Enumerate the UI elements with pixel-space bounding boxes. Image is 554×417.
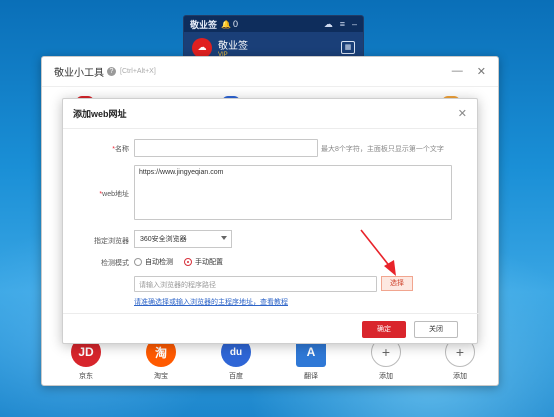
url-label: *web地址 bbox=[99, 191, 129, 198]
name-input[interactable] bbox=[134, 139, 318, 157]
tool-label: 京东 bbox=[79, 373, 93, 380]
cloud-icon[interactable]: ☁ bbox=[324, 19, 333, 30]
calendar-icon[interactable]: ▦ bbox=[341, 41, 355, 54]
hotkey-hint: [Ctrl+Alt+X] bbox=[120, 68, 156, 75]
help-icon[interactable]: ? bbox=[107, 67, 116, 76]
jingyeqian-logo-icon: ☁ bbox=[192, 37, 212, 58]
dialog-title: 添加web网址 bbox=[73, 109, 127, 119]
widget-title: 敬业签 bbox=[190, 19, 218, 30]
mode-label: 检测模式 bbox=[101, 260, 129, 267]
tool-label: 添加 bbox=[453, 373, 467, 380]
browser-label: 指定浏览器 bbox=[94, 238, 129, 245]
close-icon[interactable]: ✕ bbox=[458, 107, 467, 120]
tool-label: 百度 bbox=[229, 373, 243, 380]
tool-grid: JD 京东 淘 淘宝 du 百度 A 翻译 + 添加 + 添加 bbox=[60, 337, 480, 387]
account-name: 敬业签 bbox=[218, 41, 248, 52]
widget-titlebar: 敬业签 🔔 0 ☁ ≡ – bbox=[184, 16, 363, 32]
url-textarea[interactable]: https://www.jingyeqian.com bbox=[134, 165, 452, 220]
chevron-down-icon bbox=[221, 236, 227, 240]
radio-checked-icon bbox=[184, 258, 192, 266]
radio-manual-config[interactable]: 手动配置 bbox=[184, 257, 223, 267]
tools-window-header: 敬业小工具 ? [Ctrl+Alt+X] — ✕ bbox=[42, 57, 498, 87]
browser-select-value: 360安全浏览器 bbox=[140, 236, 187, 243]
minimize-icon[interactable]: – bbox=[352, 19, 357, 30]
tutorial-link[interactable]: 请准确选择或输入浏览器的主程序地址，查看教程 bbox=[134, 297, 288, 307]
menu-icon[interactable]: ≡ bbox=[340, 19, 345, 30]
tool-label: 翻译 bbox=[304, 373, 318, 380]
browser-path-input[interactable]: 请输入浏览器的程序路径 bbox=[134, 276, 377, 292]
radio-label: 手动配置 bbox=[195, 259, 223, 266]
radio-label: 自动检测 bbox=[145, 259, 173, 266]
radio-unchecked-icon bbox=[134, 258, 142, 266]
add-web-url-dialog: 添加web网址 ✕ *名称 最大8个字符，主面板只显示第一个文字 *web地址 … bbox=[62, 98, 479, 344]
notify-count: 0 bbox=[232, 19, 238, 29]
tool-label: 淘宝 bbox=[154, 373, 168, 380]
dialog-footer-divider bbox=[63, 313, 479, 314]
bell-icon[interactable]: 🔔 bbox=[221, 20, 231, 29]
name-label: *名称 bbox=[112, 146, 129, 153]
browser-select[interactable]: 360安全浏览器 bbox=[134, 230, 232, 248]
close-button[interactable]: 关闭 bbox=[414, 321, 458, 338]
tools-window-title: 敬业小工具 bbox=[54, 68, 104, 79]
name-hint: 最大8个字符，主面板只显示第一个文字 bbox=[321, 146, 444, 153]
dialog-header: 添加web网址 ✕ bbox=[63, 99, 477, 129]
select-path-button[interactable]: 选择 bbox=[381, 276, 413, 291]
confirm-button[interactable]: 确定 bbox=[362, 321, 406, 338]
close-icon[interactable]: ✕ bbox=[477, 65, 486, 78]
radio-auto-detect[interactable]: 自动检测 bbox=[134, 257, 173, 267]
minimize-icon[interactable]: — bbox=[452, 65, 463, 78]
tool-label: 添加 bbox=[379, 373, 393, 380]
